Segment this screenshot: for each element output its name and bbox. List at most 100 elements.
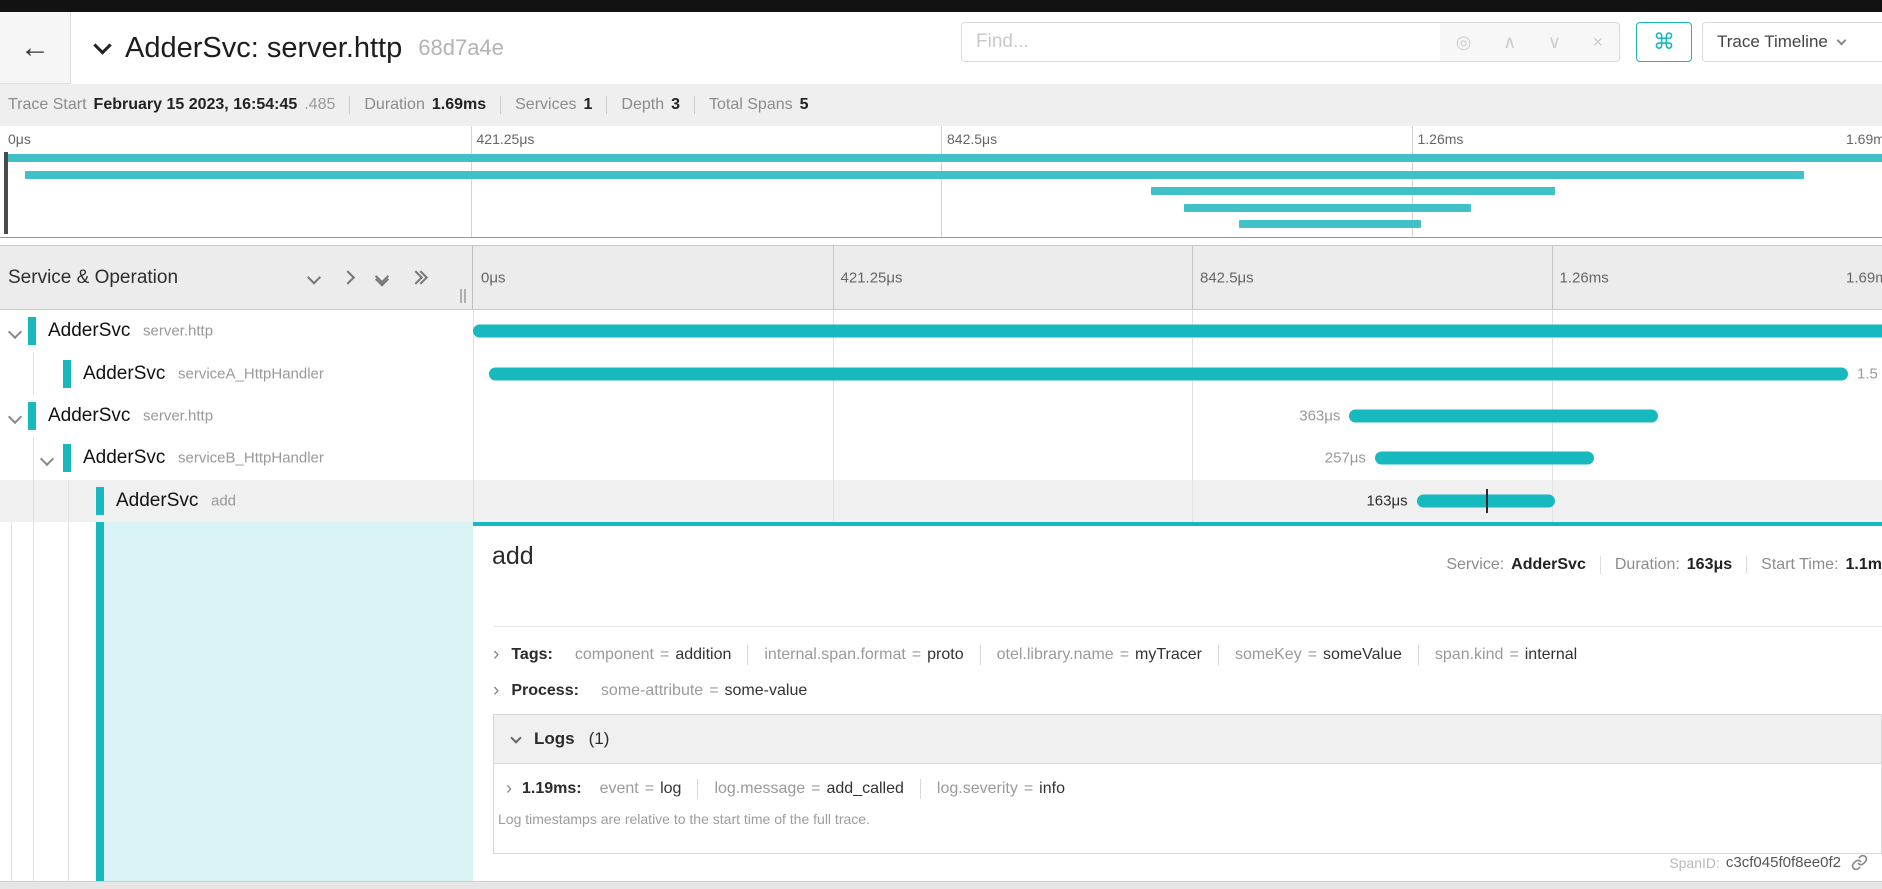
service-color-accent (28, 317, 36, 345)
service-color-accent (63, 360, 71, 388)
meta-label: Depth (621, 96, 664, 114)
tags-title: Tags: (511, 646, 552, 664)
timeline-tick-line (833, 246, 834, 309)
span-duration-label: 163μs (1366, 492, 1407, 509)
minimap-viewport-handle[interactable] (4, 152, 8, 234)
timeline-tick-label: 0μs (481, 269, 506, 286)
collapse-children-chevron-icon[interactable] (42, 451, 52, 469)
timeline-tick-line (1192, 246, 1193, 309)
span-duration-label: 363μs (1299, 407, 1340, 424)
meta-separator (349, 96, 350, 114)
kv-separator (747, 645, 748, 665)
indent-guide (33, 522, 34, 881)
command-icon: ⌘ (1653, 29, 1675, 55)
indent-guide (11, 522, 12, 881)
span-id-row: SpanID: c3cf045f0f8ee0f2 (1669, 854, 1868, 871)
minimap-span-bar (4, 154, 1882, 162)
minimap-tick-label: 1.69ms (1846, 131, 1882, 147)
service-color-accent (63, 444, 71, 472)
column-resizer-handle[interactable] (460, 289, 470, 303)
trace-meta-item: Total Spans5 (709, 96, 809, 114)
process-accordion[interactable]: › Process: some-attribute=some-value (493, 680, 1882, 702)
chevron-right-icon: › (506, 778, 512, 799)
key-value-pair: event=log (600, 780, 682, 798)
service-name[interactable]: AdderSvc (116, 490, 198, 512)
keyboard-shortcuts-button[interactable]: ⌘ (1636, 22, 1692, 62)
key-value-pair: otel.library.name=myTracer (997, 646, 1202, 664)
span-row[interactable]: AdderSvc server.http (0, 310, 1882, 352)
expand-one-icon[interactable] (343, 273, 353, 283)
deep-link-icon[interactable] (1851, 854, 1868, 871)
service-name[interactable]: AdderSvc (48, 320, 130, 342)
meta-separator (606, 96, 607, 114)
span-row[interactable]: AdderSvcserviceB_HttpHandler257μs (0, 437, 1882, 479)
clear-search-icon[interactable]: × (1593, 32, 1604, 53)
horizontal-scrollbar-track[interactable] (0, 881, 1882, 889)
logs-accordion-header[interactable]: Logs (1) (494, 715, 1881, 764)
span-row[interactable]: AdderSvcserver.http363μs (0, 395, 1882, 437)
meta-label: Total Spans (709, 96, 793, 114)
find-input[interactable] (962, 23, 1440, 61)
minimap-tick-label: 1.26ms (1418, 131, 1464, 147)
locate-icon[interactable]: ◎ (1456, 32, 1472, 53)
span-detail-band: add Service:AdderSvcDuration:163μsStart … (0, 522, 1882, 881)
timeline-tick-label: 421.25μs (841, 269, 903, 286)
span-duration-bar[interactable] (489, 367, 1848, 380)
service-color-accent (28, 402, 36, 430)
trace-title-row: AdderSvc: server.http 68d7a4e (96, 12, 504, 84)
span-duration-bar[interactable] (1375, 452, 1594, 465)
collapse-all-icon[interactable] (377, 271, 387, 284)
minimap-span-bar (25, 171, 1803, 179)
detail-meta-row: Service:AdderSvcDuration:163μsStart Time… (1446, 556, 1882, 574)
operation-name: add (211, 492, 236, 509)
collapse-trace-chevron-icon[interactable] (93, 36, 111, 54)
prev-result-icon[interactable]: ∧ (1503, 32, 1516, 53)
trace-minimap[interactable]: 0μs421.25μs842.5μs1.26ms1.69ms (0, 126, 1882, 238)
chevron-right-icon: › (493, 680, 499, 702)
log-event-marker[interactable] (1486, 489, 1488, 513)
minimap-gridline (941, 126, 942, 237)
service-name[interactable]: AdderSvc (48, 405, 130, 427)
view-selector-label: Trace Timeline (1717, 32, 1828, 52)
kv-separator (697, 779, 698, 799)
span-duration-label: 1.5 (1857, 365, 1878, 382)
meta-value: 1 (583, 96, 592, 114)
kv-equals: = (645, 780, 654, 797)
kv-key: some-attribute (601, 682, 703, 699)
service-name[interactable]: AdderSvc (83, 363, 165, 385)
span-duration-bar[interactable] (1349, 409, 1658, 422)
next-result-icon[interactable]: ∨ (1548, 32, 1561, 53)
indent-guide (68, 522, 69, 881)
span-rows-region: AdderSvc server.http AdderSvcserviceA_Http… (0, 310, 1882, 522)
tags-accordion[interactable]: › Tags: component=additioninternal.span.… (493, 644, 1882, 666)
detail-meta-item: Start Time:1.1m (1761, 556, 1882, 574)
collapse-children-chevron-icon[interactable] (10, 409, 20, 427)
kv-key: log.severity (937, 780, 1018, 797)
kv-separator (1218, 645, 1219, 665)
operation-name: server.http (143, 323, 213, 340)
column-divider (473, 310, 474, 522)
key-value-pair: someKey=someValue (1235, 646, 1402, 664)
key-value-pair: log.severity=info (937, 780, 1065, 798)
collapse-children-chevron-icon[interactable] (10, 324, 20, 342)
kv-key: log.message (714, 780, 805, 797)
key-value-pair: span.kind=internal (1435, 646, 1577, 664)
span-row[interactable]: AdderSvc add 163μs (0, 480, 1882, 522)
logs-accordion-box: Logs (1) › 1.19ms: event=loglog.message=… (493, 714, 1882, 854)
service-name[interactable]: AdderSvc (83, 447, 165, 469)
log-entry-row[interactable]: › 1.19ms: event=loglog.message=add_calle… (494, 764, 1881, 799)
span-duration-bar[interactable] (473, 325, 1882, 338)
kv-separator (980, 645, 981, 665)
kv-value: some-value (725, 682, 808, 699)
chevron-down-icon (510, 732, 521, 743)
back-button[interactable]: ← (0, 12, 71, 84)
span-row[interactable]: AdderSvcserviceA_HttpHandler1.5 (0, 352, 1882, 394)
collapse-one-icon[interactable] (309, 273, 319, 283)
kv-value: addition (675, 646, 731, 663)
trace-meta-item: Depth3 (621, 96, 680, 114)
process-title: Process: (511, 682, 579, 700)
trace-id: 68d7a4e (418, 35, 504, 61)
find-addons: ◎ ∧ ∨ × (1440, 23, 1619, 61)
view-selector-button[interactable]: Trace Timeline (1702, 22, 1882, 62)
expand-all-icon[interactable] (411, 273, 426, 283)
